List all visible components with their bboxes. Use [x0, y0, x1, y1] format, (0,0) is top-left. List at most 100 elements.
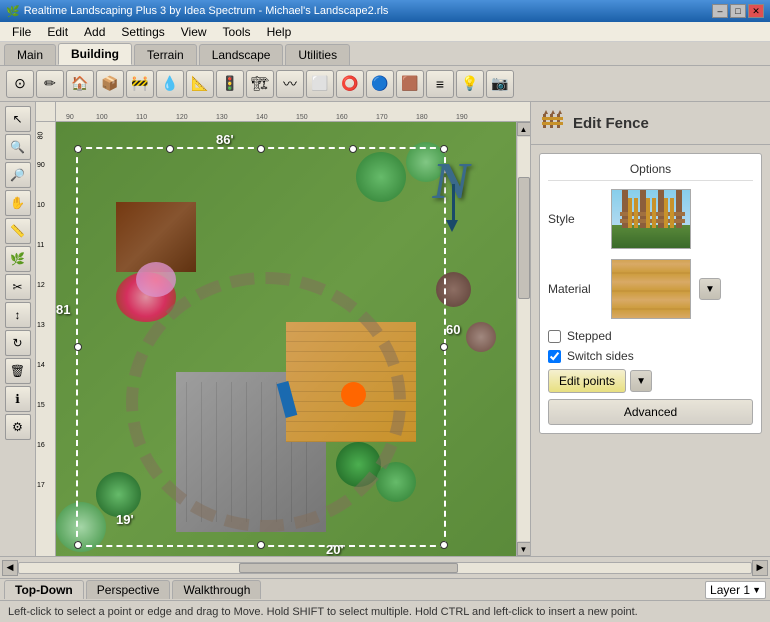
view-tab-perspective[interactable]: Perspective: [86, 580, 171, 599]
options-title: Options: [548, 162, 753, 181]
left-tool-cut[interactable]: ✂: [5, 274, 31, 300]
tool-stairs[interactable]: ≡: [426, 70, 454, 98]
left-tool-zoom-out[interactable]: 🔎: [5, 162, 31, 188]
material-dropdown-button[interactable]: ▼: [699, 278, 721, 300]
view-tab-topdown-label: Top-Down: [15, 583, 73, 597]
stepped-label[interactable]: Stepped: [567, 329, 612, 343]
tool-path[interactable]: 〰: [276, 70, 304, 98]
left-tool-info[interactable]: ℹ: [5, 386, 31, 412]
menubar: FileEditAddSettingsViewToolsHelp: [0, 22, 770, 42]
tool-box[interactable]: 📦: [96, 70, 124, 98]
tool-gate[interactable]: 🚦: [216, 70, 244, 98]
menu-item-edit[interactable]: Edit: [39, 23, 76, 41]
tool-camera[interactable]: 📷: [486, 70, 514, 98]
tool-ruler[interactable]: 📐: [186, 70, 214, 98]
landscape-canvas[interactable]: 86' 60 20' 81 19' N: [56, 122, 530, 556]
ruler-horizontal: 90 100 110 120 130 140 150 160 170 180 1…: [56, 102, 530, 122]
tree-1: [356, 152, 406, 202]
titlebar-title: 🌿 Realtime Landscaping Plus 3 by Idea Sp…: [6, 5, 388, 18]
menu-item-view[interactable]: View: [173, 23, 215, 41]
menu-item-help[interactable]: Help: [259, 23, 300, 41]
titlebar: 🌿 Realtime Landscaping Plus 3 by Idea Sp…: [0, 0, 770, 22]
right-panel: Edit Fence Options Style: [530, 102, 770, 556]
vertical-scrollbar[interactable]: ▲ ▼: [516, 122, 530, 556]
circular-path: [126, 272, 406, 532]
vscroll-track[interactable]: [518, 137, 530, 541]
tool-rect[interactable]: ⬜: [306, 70, 334, 98]
view-tab-perspective-label: Perspective: [97, 583, 160, 597]
menu-item-settings[interactable]: Settings: [113, 23, 172, 41]
vscroll-up[interactable]: ▲: [517, 122, 531, 136]
tool-deck[interactable]: 🟫: [396, 70, 424, 98]
hscroll-left[interactable]: ◀: [2, 560, 18, 576]
tabbar: MainBuildingTerrainLandscapeUtilities: [0, 42, 770, 66]
dim-left: 81: [56, 302, 70, 317]
tool-circle[interactable]: ⭕: [336, 70, 364, 98]
switch-sides-checkbox[interactable]: [548, 350, 561, 363]
material-preview[interactable]: [611, 259, 691, 319]
left-tool-rotate[interactable]: ↻: [5, 330, 31, 356]
tool-house[interactable]: 🏠: [66, 70, 94, 98]
tool-water[interactable]: 💧: [156, 70, 184, 98]
tab-building[interactable]: Building: [58, 43, 132, 65]
edit-points-label: Edit points: [559, 374, 615, 388]
view-tab-topdown[interactable]: Top-Down: [4, 580, 84, 599]
style-row: Style: [548, 189, 753, 249]
tab-terrain[interactable]: Terrain: [134, 44, 197, 65]
status-text: Left-click to select a point or edge and…: [8, 606, 638, 618]
close-button[interactable]: ✕: [748, 4, 764, 18]
advanced-button[interactable]: Advanced: [548, 399, 753, 425]
style-preview[interactable]: [611, 189, 691, 249]
options-box: Options Style: [539, 153, 762, 434]
tool-light[interactable]: 💡: [456, 70, 484, 98]
maximize-button[interactable]: □: [730, 4, 746, 18]
menu-item-add[interactable]: Add: [76, 23, 113, 41]
dim-right: 60: [446, 322, 460, 337]
vscroll-thumb[interactable]: [518, 177, 530, 298]
style-label: Style: [548, 212, 603, 226]
north-arrow-line: [452, 184, 455, 224]
left-tool-hand[interactable]: ✋: [5, 190, 31, 216]
switch-sides-label[interactable]: Switch sides: [567, 349, 634, 363]
left-tool-arrow[interactable]: ↕: [5, 302, 31, 328]
layer-arrow: ▼: [752, 585, 761, 595]
dim-top: 86': [216, 132, 234, 147]
edit-points-button[interactable]: Edit points: [548, 369, 626, 393]
titlebar-controls[interactable]: – □ ✕: [712, 4, 764, 18]
hscroll-right[interactable]: ▶: [752, 560, 768, 576]
material-label: Material: [548, 282, 603, 296]
view-tab-walkthrough[interactable]: Walkthrough: [172, 580, 261, 599]
layer-indicator[interactable]: Layer 1 ▼: [705, 581, 766, 599]
flower-bed-2: [136, 262, 176, 297]
app-title: Realtime Landscaping Plus 3 by Idea Spec…: [24, 5, 389, 17]
tab-main[interactable]: Main: [4, 44, 56, 65]
tab-landscape[interactable]: Landscape: [199, 44, 284, 65]
patio-table: [341, 382, 366, 407]
hscroll-track[interactable]: [18, 562, 752, 574]
hscroll-thumb[interactable]: [239, 563, 459, 573]
left-tool-plant[interactable]: 🌿: [5, 246, 31, 272]
tab-utilities[interactable]: Utilities: [285, 44, 350, 65]
left-tool-delete[interactable]: 🗑: [5, 358, 31, 384]
menu-item-file[interactable]: File: [4, 23, 39, 41]
edit-points-dropdown[interactable]: ▼: [630, 370, 652, 392]
minimize-button[interactable]: –: [712, 4, 728, 18]
tool-fence[interactable]: 🚧: [126, 70, 154, 98]
left-tool-zoom-in[interactable]: 🔍: [5, 134, 31, 160]
left-tool-pointer[interactable]: ↖: [5, 106, 31, 132]
left-tool-settings[interactable]: ⚙: [5, 414, 31, 440]
layer-label: Layer 1: [710, 583, 750, 597]
tool-pool[interactable]: 🔵: [366, 70, 394, 98]
material-preview-inner: [612, 260, 690, 318]
statusbar: Left-click to select a point or edge and…: [0, 600, 770, 622]
stepped-checkbox[interactable]: [548, 330, 561, 343]
left-tool-measure[interactable]: 📏: [5, 218, 31, 244]
fence-header-icon: [541, 110, 565, 136]
vscroll-down[interactable]: ▼: [517, 542, 531, 556]
tool-wall[interactable]: 🏗: [246, 70, 274, 98]
canvas-area[interactable]: 90 100 110 120 130 140 150 160 170 180 1…: [36, 102, 530, 556]
tool-select[interactable]: ⊙: [6, 70, 34, 98]
menu-item-tools[interactable]: Tools: [215, 23, 259, 41]
tool-pencil[interactable]: ✏: [36, 70, 64, 98]
shrub-1: [436, 272, 471, 307]
